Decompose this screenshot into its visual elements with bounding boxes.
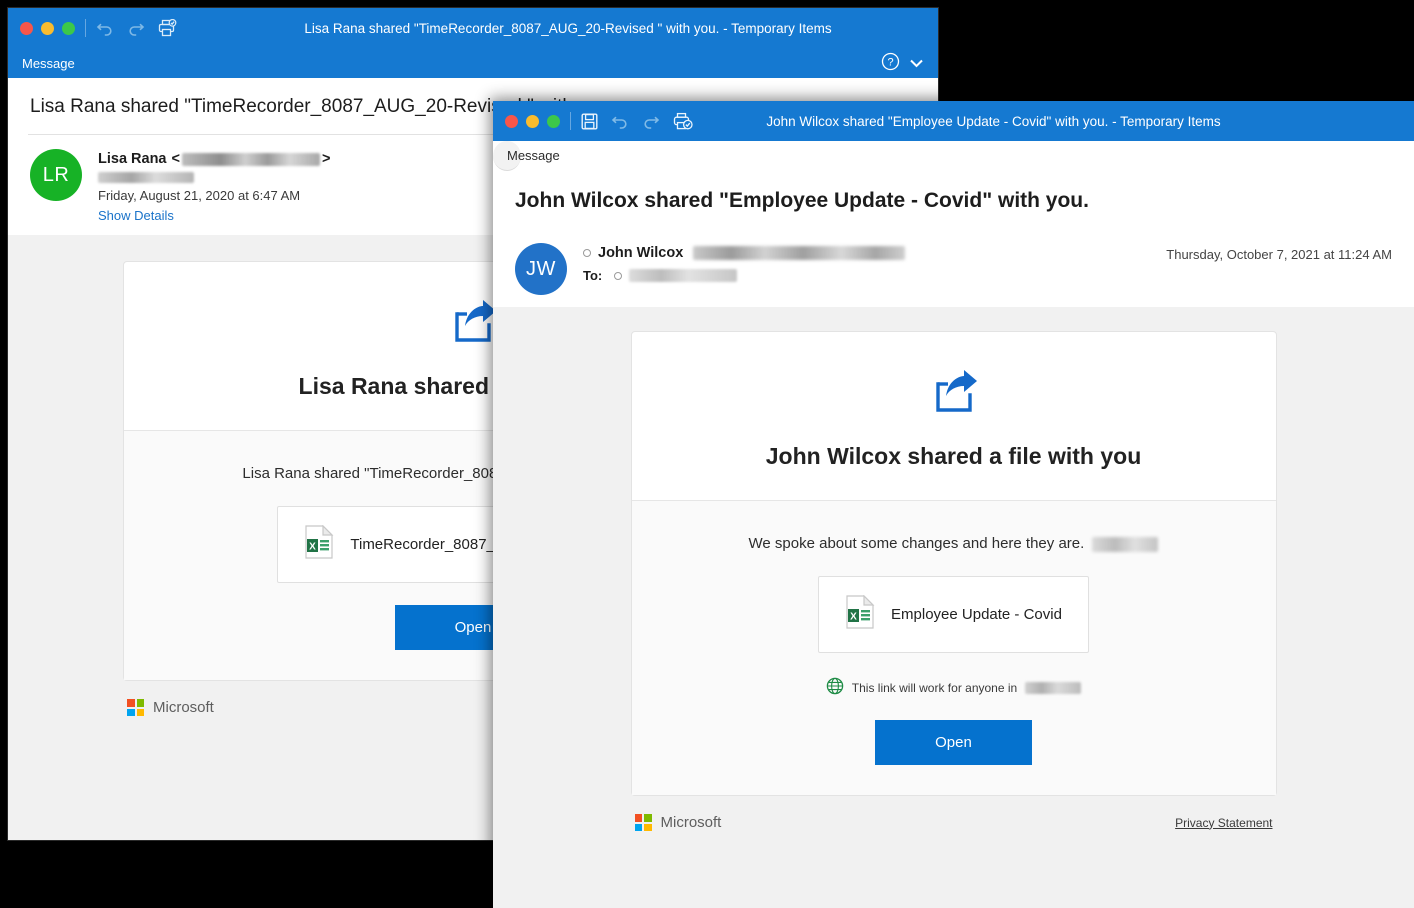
window-controls-front[interactable] bbox=[505, 114, 560, 128]
share-icon bbox=[652, 368, 1256, 421]
microsoft-logo-back: Microsoft bbox=[127, 699, 214, 716]
presence-icon bbox=[614, 271, 623, 280]
presence-icon bbox=[583, 249, 591, 257]
save-icon[interactable] bbox=[581, 113, 598, 130]
show-details-link[interactable]: Show Details bbox=[98, 208, 330, 223]
tab-message-back[interactable]: Message bbox=[22, 56, 75, 71]
svg-text:X: X bbox=[850, 612, 857, 623]
avatar: JW bbox=[515, 243, 567, 295]
window-controls-back[interactable] bbox=[20, 21, 75, 35]
redacted-email-back bbox=[181, 152, 320, 166]
maximize-window-button[interactable] bbox=[547, 114, 560, 128]
sender-meta-back: Lisa Rana < > Friday, August 21, 2020 at… bbox=[98, 149, 330, 223]
globe-icon bbox=[826, 677, 844, 698]
titlebar-toolbar-back[interactable] bbox=[96, 19, 177, 37]
redacted-recipient-front bbox=[629, 269, 738, 282]
excel-file-icon: X bbox=[845, 594, 875, 634]
redacted-domain bbox=[1025, 681, 1082, 694]
print-check-icon[interactable] bbox=[158, 19, 177, 37]
microsoft-logo-icon bbox=[127, 699, 144, 716]
minimize-window-button[interactable] bbox=[526, 114, 539, 128]
message-body-front: John Wilcox shared a file with you We sp… bbox=[493, 307, 1414, 908]
card-top-front: John Wilcox shared a file with you bbox=[631, 332, 1276, 501]
titlebar-back[interactable]: Lisa Rana shared "TimeRecorder_8087_AUG_… bbox=[8, 8, 938, 48]
subject-line-front: John Wilcox shared "Employee Update - Co… bbox=[493, 171, 1414, 229]
redacted-intro-tail bbox=[1092, 536, 1159, 552]
print-check-icon[interactable] bbox=[673, 112, 693, 130]
ribbon-back[interactable]: Message ? bbox=[8, 48, 938, 78]
titlebar-toolbar-front[interactable] bbox=[581, 112, 693, 130]
svg-text:?: ? bbox=[887, 57, 893, 69]
redo-icon[interactable] bbox=[127, 20, 145, 36]
toolbar-separator bbox=[85, 19, 86, 37]
open-button-front[interactable]: Open bbox=[875, 720, 1032, 765]
microsoft-logo-front: Microsoft bbox=[634, 814, 721, 831]
chevron-down-icon[interactable] bbox=[909, 56, 924, 71]
excel-file-icon: X bbox=[304, 524, 334, 564]
outlook-message-window-front[interactable]: John Wilcox shared "Employee Update - Co… bbox=[493, 101, 1414, 908]
recipient-row-front: To: bbox=[583, 268, 905, 283]
help-icon[interactable]: ? bbox=[881, 52, 900, 74]
sender-name-front: John Wilcox bbox=[583, 245, 906, 261]
close-window-button[interactable] bbox=[20, 21, 33, 35]
share-card-front: John Wilcox shared a file with you We sp… bbox=[630, 331, 1277, 796]
undo-icon[interactable] bbox=[611, 113, 629, 129]
ribbon-front[interactable]: Message bbox=[493, 141, 560, 171]
privacy-statement-link[interactable]: Privacy Statement bbox=[1175, 816, 1272, 830]
card-heading-front: John Wilcox shared a file with you bbox=[765, 443, 1142, 469]
titlebar-front[interactable]: John Wilcox shared "Employee Update - Co… bbox=[493, 101, 1414, 141]
toolbar-separator bbox=[570, 112, 571, 130]
card-body-front: We spoke about some changes and here the… bbox=[631, 501, 1276, 795]
link-scope-note: This link will work for anyone in bbox=[652, 677, 1256, 698]
microsoft-logo-icon bbox=[634, 814, 652, 831]
svg-text:X: X bbox=[310, 542, 317, 553]
to-label: To: bbox=[583, 268, 603, 283]
maximize-window-button[interactable] bbox=[62, 21, 75, 35]
sender-block-front: JW John Wilcox To: Thursday, October 7, … bbox=[493, 229, 1414, 307]
sent-date-back: Friday, August 21, 2020 at 6:47 AM bbox=[98, 188, 301, 203]
minimize-window-button[interactable] bbox=[41, 21, 54, 35]
redacted-email-front bbox=[693, 246, 906, 260]
screen: Lisa Rana shared "TimeRecorder_8087_AUG_… bbox=[0, 0, 1414, 908]
sent-date-front: Thursday, October 7, 2021 at 11:24 AM bbox=[1166, 247, 1392, 262]
avatar: LR bbox=[30, 149, 82, 201]
ribbon-right-back[interactable]: ? bbox=[881, 48, 924, 78]
redacted-sender-secondary-back bbox=[98, 172, 330, 183]
sender-meta-front: John Wilcox To: bbox=[583, 243, 906, 295]
card-footer-front: Microsoft Privacy Statement bbox=[631, 796, 1277, 831]
card-intro-front: We spoke about some changes and here the… bbox=[652, 535, 1256, 552]
undo-icon[interactable] bbox=[96, 20, 114, 36]
close-window-button[interactable] bbox=[505, 114, 518, 128]
tab-message-front[interactable]: Message bbox=[507, 148, 560, 163]
file-name-front: Employee Update - Covid bbox=[891, 606, 1062, 623]
file-chip-front[interactable]: X Employee Update - Covid bbox=[818, 576, 1089, 653]
redo-icon[interactable] bbox=[642, 113, 660, 129]
sender-name-back: Lisa Rana < > bbox=[98, 151, 331, 167]
open-button-wrap-front: Open bbox=[652, 698, 1256, 765]
